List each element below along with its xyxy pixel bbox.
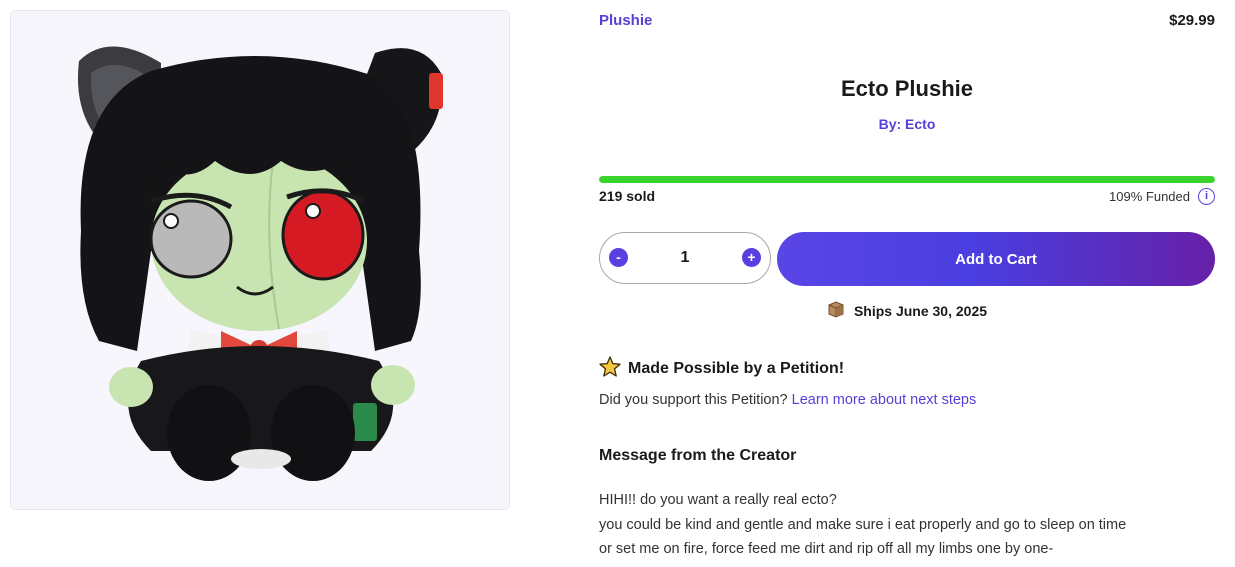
category-link[interactable]: Plushie bbox=[599, 12, 652, 29]
header-row: Plushie $29.99 bbox=[599, 12, 1215, 34]
add-to-cart-button[interactable]: Add to Cart bbox=[777, 232, 1215, 286]
funded-status: 109% Funded i bbox=[1109, 188, 1215, 205]
creator-message: HIHI!! do you want a really real ecto? y… bbox=[599, 488, 1215, 562]
funded-label: 109% Funded bbox=[1109, 189, 1190, 204]
product-title: Ecto Plushie bbox=[840, 76, 974, 101]
quantity-stepper: - 1 + bbox=[599, 232, 771, 284]
message-line: HIHI!! do you want a really real ecto? bbox=[599, 492, 837, 508]
message-line: or set me on fire, force feed me dirt an… bbox=[599, 541, 1054, 557]
ship-date: Ships June 30, 2025 bbox=[853, 302, 988, 319]
info-icon[interactable]: i bbox=[1198, 188, 1215, 205]
star-icon bbox=[599, 356, 621, 382]
product-info: Plushie $29.99 Ecto Plushie By: Ecto 219… bbox=[599, 0, 1215, 567]
plushie-image bbox=[77, 46, 443, 481]
petition-title: Made Possible by a Petition! bbox=[628, 360, 845, 377]
shipping-info: Ships June 30, 2025 bbox=[599, 300, 1215, 321]
message-line: you could be kind and gentle and make su… bbox=[599, 516, 1127, 533]
quantity-value[interactable]: 1 bbox=[640, 233, 730, 283]
creator-message-heading: Message from the Creator bbox=[599, 447, 797, 464]
sold-count: 219 sold bbox=[599, 188, 656, 204]
creator-link[interactable]: By: Ecto bbox=[599, 116, 1215, 132]
product-image[interactable] bbox=[10, 10, 510, 510]
funding-progress-fill bbox=[599, 176, 1215, 183]
decrease-quantity-button[interactable]: - bbox=[609, 248, 628, 267]
petition-question-row: Did you support this Petition? Learn mor… bbox=[599, 392, 976, 408]
petition-heading: Made Possible by a Petition! bbox=[599, 356, 844, 382]
price: $29.99 bbox=[1169, 12, 1215, 29]
product-page: Plushie $29.99 Ecto Plushie By: Ecto 219… bbox=[0, 0, 1235, 567]
package-box-icon bbox=[827, 300, 845, 321]
learn-more-link[interactable]: Learn more about next steps bbox=[792, 392, 977, 408]
increase-quantity-button[interactable]: + bbox=[742, 248, 761, 267]
funding-progress-bar bbox=[599, 176, 1215, 183]
petition-question: Did you support this Petition? bbox=[599, 392, 788, 408]
